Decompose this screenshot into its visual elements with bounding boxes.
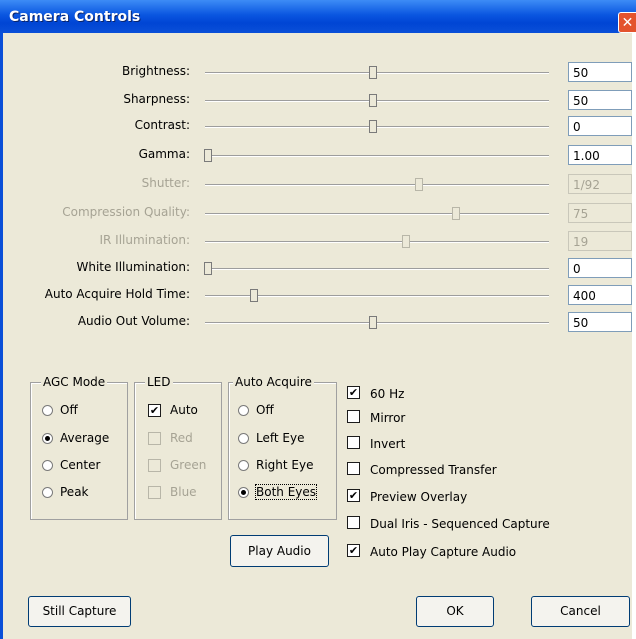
play-audio-button[interactable]: Play Audio [230, 535, 329, 567]
slider-thumb[interactable] [369, 94, 377, 107]
slider-label: White Illumination: [76, 260, 190, 274]
led-checkbox [148, 486, 161, 499]
slider-label: Brightness: [122, 64, 190, 78]
led-checkbox [148, 432, 161, 445]
slider-value-field[interactable]: 50 [568, 62, 632, 82]
option-checkbox[interactable] [347, 410, 360, 423]
slider-value-field[interactable]: 50 [568, 312, 632, 332]
option-checkbox[interactable] [347, 462, 360, 475]
slider-track[interactable] [205, 155, 549, 157]
radio-label[interactable]: Right Eye [256, 458, 313, 472]
led-checkbox [148, 459, 161, 472]
slider-thumb[interactable] [250, 289, 258, 302]
radio-label[interactable]: Peak [60, 485, 89, 499]
option-checkbox[interactable]: ✔ [347, 544, 360, 557]
slider-label: Contrast: [134, 118, 190, 132]
slider-label: Shutter: [141, 176, 190, 190]
slider-value-field: 1/92 [568, 174, 632, 194]
slider-track[interactable] [205, 72, 549, 74]
radio-button[interactable] [238, 405, 249, 416]
slider-track[interactable] [205, 126, 549, 128]
radio-label[interactable]: Center [60, 458, 100, 472]
slider-thumb[interactable] [369, 66, 377, 79]
option-label[interactable]: Auto Play Capture Audio [370, 545, 516, 559]
slider-label: Audio Out Volume: [77, 314, 190, 328]
radio-label[interactable]: Average [60, 431, 109, 445]
radio-label[interactable]: Both Eyes [254, 484, 318, 500]
radio-label[interactable]: Off [60, 403, 78, 417]
auto-acquire-title: Auto Acquire [233, 375, 314, 389]
led-label: Red [170, 431, 193, 445]
slider-label: Auto Acquire Hold Time: [44, 287, 190, 301]
slider-value-field: 75 [568, 203, 632, 223]
radio-button[interactable] [238, 433, 249, 444]
slider-value-field[interactable]: 1.00 [568, 145, 632, 165]
radio-button[interactable] [42, 487, 53, 498]
option-checkbox[interactable] [347, 516, 360, 529]
close-button[interactable]: ✕ [618, 12, 636, 33]
agc-mode-group: AGC Mode Off Average Center Peak [30, 375, 128, 520]
option-label[interactable]: Invert [370, 437, 405, 451]
option-label[interactable]: Compressed Transfer [370, 463, 497, 477]
led-title: LED [145, 375, 173, 389]
slider-value-field[interactable]: 0 [568, 258, 632, 278]
option-label[interactable]: Dual Iris - Sequenced Capture [370, 517, 550, 531]
radio-label[interactable]: Off [256, 403, 274, 417]
slider-thumb[interactable] [369, 120, 377, 133]
ok-button[interactable]: OK [416, 596, 494, 627]
slider-value-field[interactable]: 0 [568, 116, 632, 136]
window-title: Camera Controls [9, 9, 141, 25]
radio-button[interactable] [42, 460, 53, 471]
slider-value-field[interactable]: 50 [568, 90, 632, 110]
auto-acquire-group: Auto Acquire Off Left Eye Right Eye Both Ey… [228, 375, 337, 520]
option-label[interactable]: Mirror [370, 411, 405, 425]
slider-thumb[interactable] [204, 149, 212, 162]
slider-label: Compression Quality: [62, 205, 190, 219]
led-label: Green [170, 458, 207, 472]
option-label[interactable]: 60 Hz [370, 387, 404, 401]
led-label: Auto [170, 403, 198, 417]
cancel-button[interactable]: Cancel [531, 596, 630, 627]
slider-track[interactable] [205, 241, 549, 243]
slider-thumb [402, 235, 410, 248]
slider-value-field: 19 [568, 231, 632, 251]
close-icon: ✕ [621, 15, 634, 31]
slider-track[interactable] [205, 268, 549, 270]
slider-thumb [415, 178, 423, 191]
radio-button[interactable] [42, 433, 53, 444]
slider-thumb[interactable] [369, 316, 377, 329]
slider-track[interactable] [205, 322, 549, 324]
led-group: LED ✔ Auto Red Green Blue [134, 375, 222, 520]
agc-mode-title: AGC Mode [41, 375, 108, 389]
still-capture-button[interactable]: Still Capture [28, 596, 131, 627]
slider-label: Gamma: [138, 147, 190, 161]
camera-controls-window: Camera Controls ✕ Brightness: 50 Sharpness… [0, 0, 636, 639]
option-checkbox[interactable]: ✔ [347, 489, 360, 502]
led-label: Blue [170, 485, 197, 499]
slider-label: IR Illumination: [99, 233, 190, 247]
slider-label: Sharpness: [123, 92, 190, 106]
radio-label[interactable]: Left Eye [256, 431, 304, 445]
option-label[interactable]: Preview Overlay [370, 490, 467, 504]
radio-button[interactable] [238, 460, 249, 471]
slider-track[interactable] [205, 184, 549, 186]
radio-button[interactable] [238, 487, 249, 498]
radio-button[interactable] [42, 405, 53, 416]
slider-track[interactable] [205, 213, 549, 215]
option-checkbox[interactable]: ✔ [347, 386, 360, 399]
option-checkbox[interactable] [347, 436, 360, 449]
title-bar[interactable]: Camera Controls ✕ [0, 0, 636, 33]
slider-thumb [452, 207, 460, 220]
slider-thumb[interactable] [204, 262, 212, 275]
led-checkbox[interactable]: ✔ [148, 404, 161, 417]
slider-value-field[interactable]: 400 [568, 285, 632, 305]
slider-track[interactable] [205, 100, 549, 102]
